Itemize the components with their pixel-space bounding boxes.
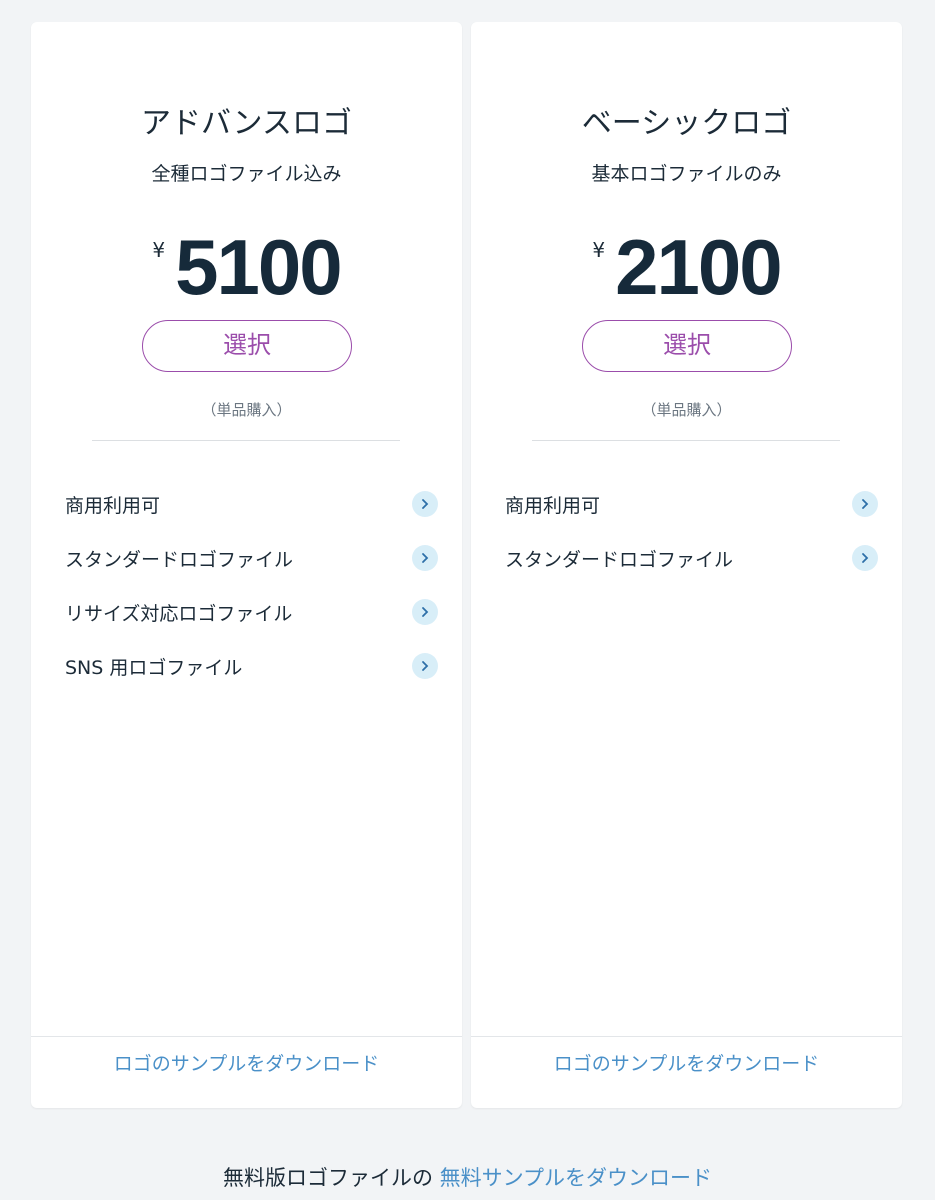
chevron-right-icon[interactable] (412, 599, 438, 625)
price-amount: 5100 (175, 223, 343, 311)
chevron-right-icon[interactable] (412, 653, 438, 679)
free-sample-line: 無料版ロゴファイルの 無料サンプルをダウンロード (0, 1164, 935, 1192)
purchase-note: （単品購入） (641, 401, 732, 419)
plan-price: ¥ 2100 (471, 222, 902, 312)
plan-subtitle: 全種ロゴファイル込み (151, 163, 342, 185)
divider (92, 440, 400, 441)
download-sample-link[interactable]: ロゴのサンプルをダウンロード (471, 1052, 902, 1076)
price-amount: 2100 (615, 223, 783, 311)
feature-item: スタンダードロゴファイル (505, 531, 878, 585)
currency-symbol: ¥ (592, 238, 606, 262)
feature-list: 商用利用可 スタンダードロゴファイル リサイズ対応ロゴファイル SNS 用ロゴフ… (65, 477, 438, 693)
chevron-right-icon[interactable] (412, 491, 438, 517)
purchase-note: （単品購入） (201, 401, 292, 419)
plan-card-advanced: アドバンスロゴ 全種ロゴファイル込み ¥ 5100 選択 （単品購入） 商用利用… (31, 22, 462, 1108)
chevron-right-icon[interactable] (852, 545, 878, 571)
feature-item: SNS 用ロゴファイル (65, 639, 438, 693)
feature-label: SNS 用ロゴファイル (65, 656, 243, 679)
divider (532, 440, 840, 441)
free-sample-text: 無料版ロゴファイルの (222, 1166, 433, 1190)
currency-symbol: ¥ (152, 238, 166, 262)
plan-card-basic: ベーシックロゴ 基本ロゴファイルのみ ¥ 2100 選択 （単品購入） 商用利用… (471, 22, 902, 1108)
feature-label: スタンダードロゴファイル (505, 548, 734, 571)
feature-item: リサイズ対応ロゴファイル (65, 585, 438, 639)
feature-item: 商用利用可 (505, 477, 878, 531)
select-button[interactable]: 選択 (582, 320, 792, 372)
plan-subtitle: 基本ロゴファイルのみ (591, 163, 782, 185)
feature-item: 商用利用可 (65, 477, 438, 531)
chevron-right-icon[interactable] (412, 545, 438, 571)
card-footer-divider (471, 1036, 902, 1037)
plan-title: ベーシックロゴ (581, 106, 792, 141)
feature-list: 商用利用可 スタンダードロゴファイル (505, 477, 878, 585)
feature-label: リサイズ対応ロゴファイル (65, 602, 293, 625)
download-sample-link[interactable]: ロゴのサンプルをダウンロード (31, 1052, 462, 1076)
free-sample-download-link[interactable]: 無料サンプルをダウンロード (440, 1166, 712, 1190)
select-button[interactable]: 選択 (142, 320, 352, 372)
card-footer-divider (31, 1036, 462, 1037)
plan-title: アドバンスロゴ (141, 106, 352, 141)
pricing-cards: アドバンスロゴ 全種ロゴファイル込み ¥ 5100 選択 （単品購入） 商用利用… (0, 0, 935, 1110)
feature-label: 商用利用可 (505, 494, 601, 517)
feature-label: 商用利用可 (65, 494, 161, 517)
feature-label: スタンダードロゴファイル (65, 548, 294, 571)
feature-item: スタンダードロゴファイル (65, 531, 438, 585)
chevron-right-icon[interactable] (852, 491, 878, 517)
plan-price: ¥ 5100 (31, 222, 462, 312)
